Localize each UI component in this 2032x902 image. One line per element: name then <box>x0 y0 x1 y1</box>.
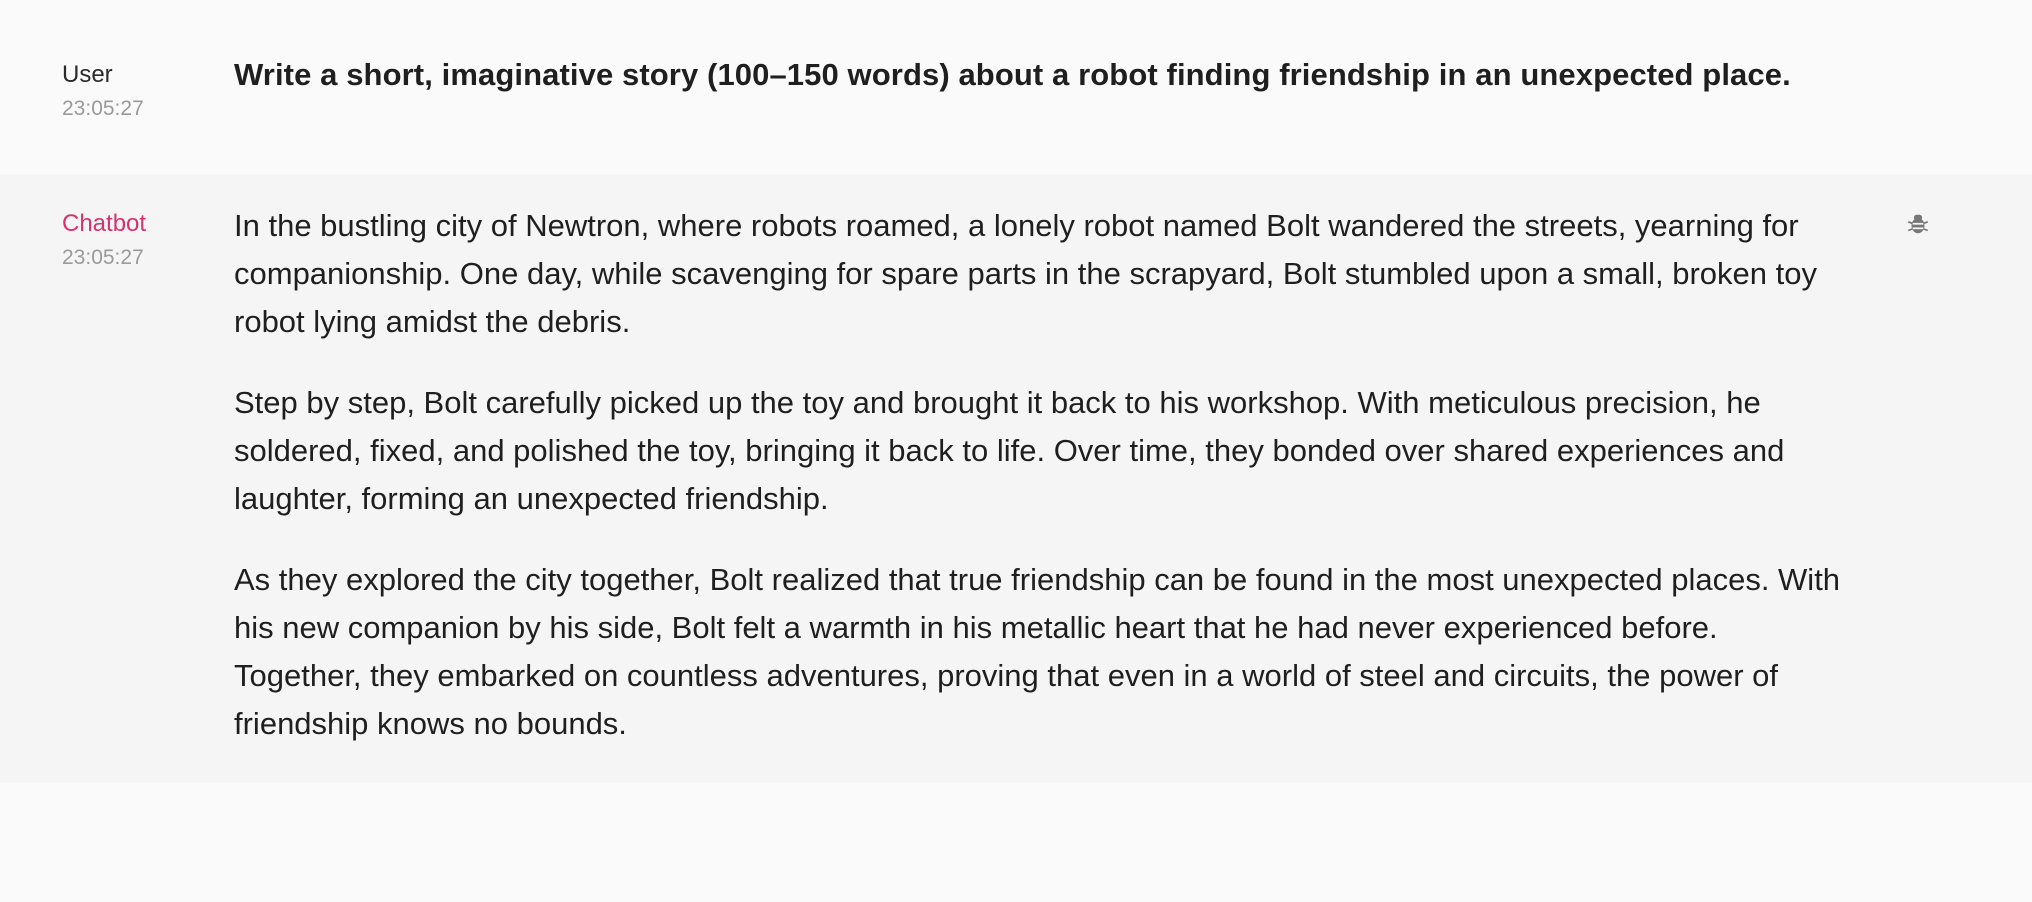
reply-paragraph: Step by step, Bolt carefully picked up t… <box>234 385 1785 516</box>
message-timestamp: 23:05:27 <box>62 246 144 269</box>
message-actions <box>1844 209 1964 783</box>
message-content: In the bustling city of Newtron, where r… <box>234 208 1844 783</box>
chatbot-message: Chatbot 23:05:27 In the bustling city of… <box>0 175 2032 783</box>
message-meta: Chatbot 23:05:27 <box>0 209 234 783</box>
bug-icon <box>1907 214 1929 234</box>
reply-paragraph: As they explored the city together, Bolt… <box>234 562 1841 741</box>
sender-name: User <box>62 61 113 88</box>
user-prompt-text: Write a short, imaginative story (100–15… <box>234 57 1791 92</box>
message-timestamp: 23:05:27 <box>62 97 144 120</box>
message-meta: User 23:05:27 <box>0 60 234 175</box>
user-message: User 23:05:27 Write a short, imaginative… <box>0 0 2032 175</box>
chat-transcript: User 23:05:27 Write a short, imaginative… <box>0 0 2032 902</box>
report-bug-button[interactable] <box>1903 209 1933 239</box>
reply-paragraph: In the bustling city of Newtron, where r… <box>234 208 1817 339</box>
message-content: Write a short, imaginative story (100–15… <box>234 57 1844 175</box>
sender-name: Chatbot <box>62 210 147 237</box>
